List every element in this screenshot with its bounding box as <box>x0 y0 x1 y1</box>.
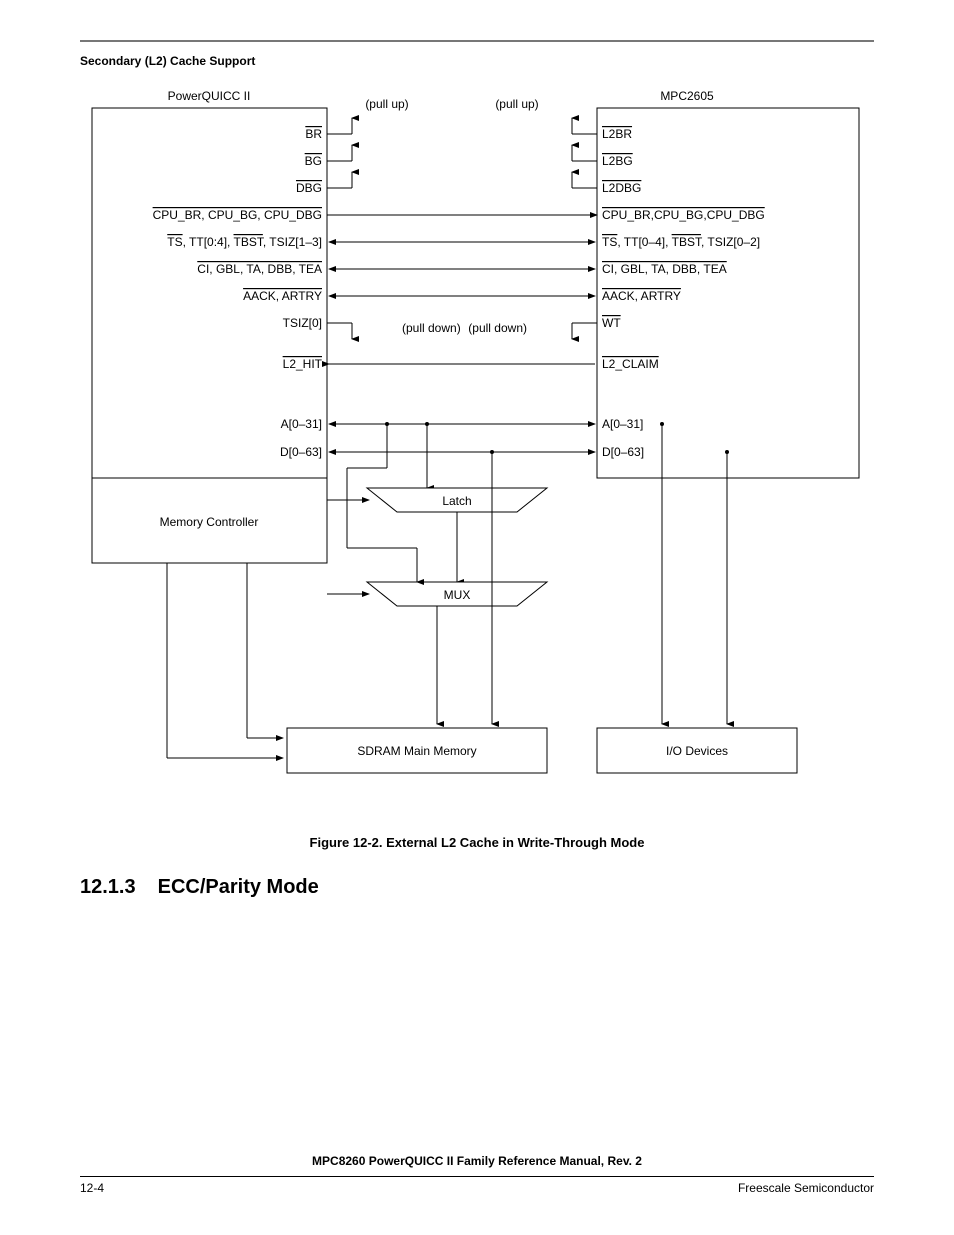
row-bg: BG L2BG <box>305 145 633 168</box>
sdram-label: SDRAM Main Memory <box>357 744 476 758</box>
right-sig-l2dbg: L2DBG <box>602 181 641 195</box>
latch-block: Latch <box>327 488 547 582</box>
page: Secondary (L2) Cache Support PowerQUICC <box>0 0 954 1235</box>
right-sig-ci: CI, GBL, TA, DBB, TEA <box>602 262 727 276</box>
right-sig-ts: TS, TT[0–4], TBST, TSIZ[0–2] <box>602 235 760 249</box>
left-sig-br: BR <box>305 127 322 141</box>
left-sig-data: D[0–63] <box>280 445 322 459</box>
pull-up-right: (pull up) <box>495 97 538 111</box>
right-sig-l2bg: L2BG <box>602 154 633 168</box>
right-sig-addr: A[0–31] <box>602 417 643 431</box>
figure-caption: Figure 12-2. External L2 Cache in Write-… <box>80 835 874 850</box>
right-sig-l2claim: L2_CLAIM <box>602 357 659 371</box>
section-heading-number: 12.1.3 <box>80 876 136 899</box>
left-sig-dbg: DBG <box>296 181 322 195</box>
footer-rule <box>80 1176 874 1177</box>
row-ts: TS, TT[0:4], TBST, TSIZ[1–3] TS, TT[0–4]… <box>167 235 760 249</box>
row-aack: AACK, ARTRY AACK, ARTRY <box>243 289 681 303</box>
section-heading-text: ECC/Parity Mode <box>158 876 319 899</box>
left-sig-l2hit: L2_HIT <box>283 357 323 371</box>
right-block-title: MPC2605 <box>660 89 714 103</box>
page-number: 12-4 <box>80 1181 104 1195</box>
left-sig-addr: A[0–31] <box>281 417 322 431</box>
io-devices-label: I/O Devices <box>666 744 728 758</box>
header-section-title: Secondary (L2) Cache Support <box>80 54 874 68</box>
pull-down-left: (pull down) <box>402 321 461 335</box>
row-tsiz0: TSIZ[0] WT (pull down) (pull down) <box>283 316 622 339</box>
row-l2hit: L2_HIT L2_CLAIM <box>283 357 659 371</box>
left-sig-aack: AACK, ARTRY <box>243 289 322 303</box>
footer-manual-title: MPC8260 PowerQUICC II Family Reference M… <box>80 1154 874 1168</box>
left-sig-ts: TS, TT[0:4], TBST, TSIZ[1–3] <box>167 235 322 249</box>
right-sig-data: D[0–63] <box>602 445 644 459</box>
mux-block: MUX <box>327 422 547 606</box>
right-sig-l2br: L2BR <box>602 127 632 141</box>
left-sig-bg: BG <box>305 154 322 168</box>
top-rule <box>80 40 874 42</box>
footer-company: Freescale Semiconductor <box>738 1181 874 1195</box>
memory-controller-label: Memory Controller <box>160 515 259 529</box>
left-block-title: PowerQUICC II <box>168 89 251 103</box>
left-sig-cpubr: CPU_BR, CPU_BG, CPU_DBG <box>153 208 322 222</box>
page-footer: MPC8260 PowerQUICC II Family Reference M… <box>80 1154 874 1195</box>
left-sig-tsiz0: TSIZ[0] <box>283 316 322 330</box>
row-ci: CI, GBL, TA, DBB, TEA CI, GBL, TA, DBB, … <box>197 262 726 276</box>
right-sig-cpubr: CPU_BR,CPU_BG,CPU_DBG <box>602 208 765 222</box>
pull-up-left: (pull up) <box>365 97 408 111</box>
left-sig-ci: CI, GBL, TA, DBB, TEA <box>197 262 322 276</box>
diagram-container: PowerQUICC II Memory Controller MPC2605 … <box>80 88 874 823</box>
diagram-svg: PowerQUICC II Memory Controller MPC2605 … <box>87 88 867 823</box>
mux-label: MUX <box>444 588 471 602</box>
latch-label: Latch <box>442 494 471 508</box>
row-data: D[0–63] D[0–63] <box>280 445 644 459</box>
pull-down-right: (pull down) <box>468 321 527 335</box>
row-dbg: DBG L2DBG <box>296 172 641 195</box>
row-cpubr: CPU_BR, CPU_BG, CPU_DBG CPU_BR,CPU_BG,CP… <box>153 208 765 222</box>
right-sig-wt: WT <box>602 316 621 330</box>
section-heading: 12.1.3 ECC/Parity Mode <box>80 876 874 899</box>
row-br: BR L2BR <box>305 118 632 141</box>
right-sig-aack: AACK, ARTRY <box>602 289 681 303</box>
